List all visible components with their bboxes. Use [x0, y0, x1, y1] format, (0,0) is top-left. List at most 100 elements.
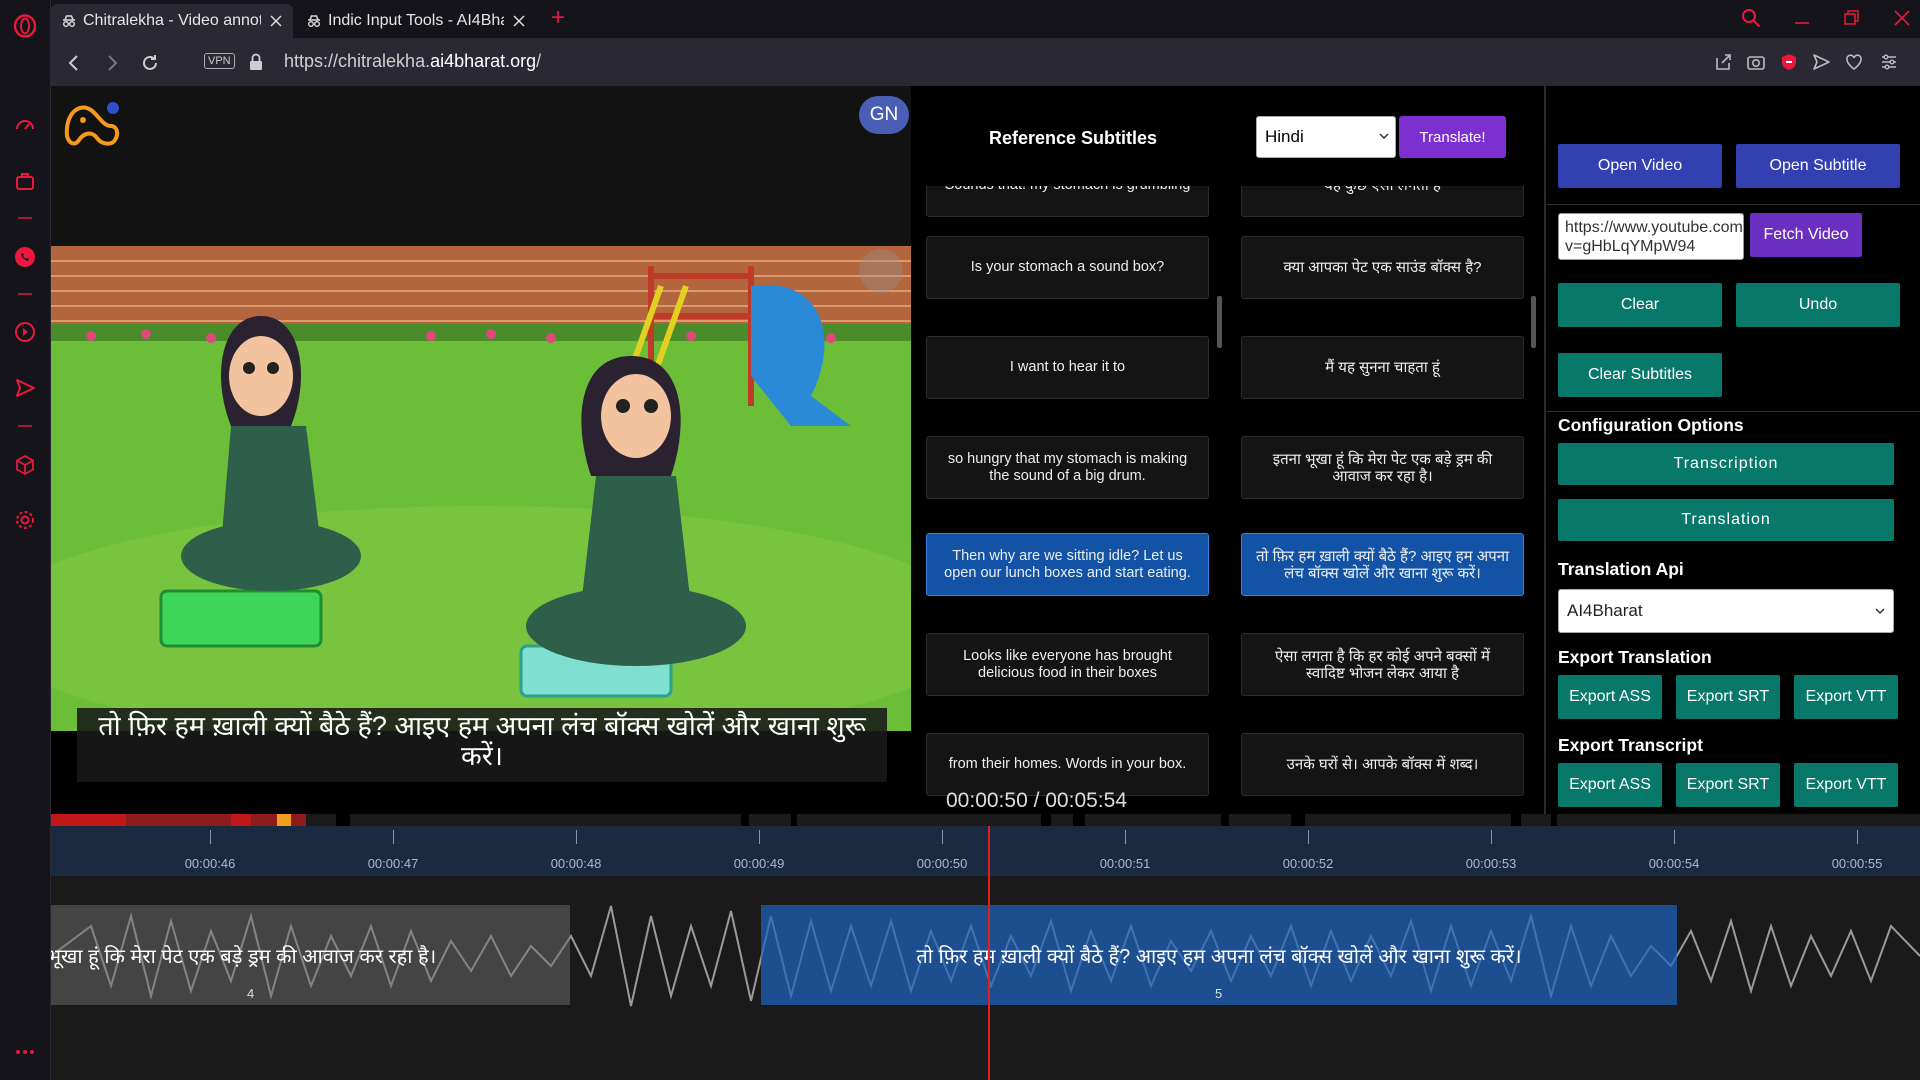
target-subtitle-card[interactable]: क्या आपका पेट एक साउंड बॉक्स है? [1241, 236, 1524, 299]
url-field[interactable]: https://chitralekha.ai4bharat.org/ [284, 51, 541, 72]
close-tab-icon[interactable] [512, 14, 526, 28]
subtitle-progress-strip[interactable] [51, 814, 1920, 826]
time-tick: 00:00:53 [1465, 856, 1517, 871]
user-avatar[interactable]: GN [859, 96, 909, 134]
cube-icon[interactable] [13, 453, 37, 477]
undo-button[interactable]: Undo [1736, 283, 1900, 327]
sidebar-divider [18, 293, 32, 295]
config-heading: Configuration Options [1558, 415, 1744, 435]
target-scrollbar[interactable] [1531, 296, 1536, 348]
new-tab-button[interactable]: + [551, 4, 565, 32]
heart-icon[interactable] [1844, 52, 1864, 72]
share-icon[interactable] [1713, 52, 1733, 72]
target-subtitle-card-active[interactable]: तो फ़िर हम ख़ाली क्यों बैठे हैं? आइए हम … [1241, 533, 1524, 596]
reload-icon[interactable] [139, 52, 161, 74]
time-ruler[interactable]: 00:00:46 00:00:47 00:00:48 00:00:49 00:0… [51, 826, 1920, 876]
back-icon[interactable] [63, 52, 85, 74]
export-translation-vtt-button[interactable]: Export VTT [1794, 675, 1898, 719]
open-subtitle-button[interactable]: Open Subtitle [1736, 144, 1900, 188]
source-scrollbar[interactable] [1217, 296, 1222, 348]
time-tick: 00:00:51 [1099, 856, 1151, 871]
url-suffix: / [536, 51, 542, 71]
source-subtitle-card[interactable]: Is your stomach a sound box? [926, 236, 1209, 299]
opera-logo-icon[interactable] [13, 14, 37, 38]
time-display: 00:00:50 / 00:05:54 [946, 789, 1127, 812]
lock-icon[interactable] [249, 53, 263, 71]
incognito-icon [306, 13, 322, 29]
time-tick: 00:00:54 [1648, 856, 1700, 871]
segment-text: भूखा हूं कि मेरा पेट एक बड़े ड्रम की आवा… [51, 945, 437, 968]
subtitle-segment-5[interactable]: तो फ़िर हम ख़ाली क्यों बैठे हैं? आइए हम … [761, 905, 1677, 1005]
source-subtitle-card[interactable]: Sounds that! my stomach is grumbling [926, 186, 1209, 217]
target-subtitle-card[interactable]: मैं यह सुनना चाहता हूं [1241, 336, 1524, 399]
chitralekha-logo[interactable] [61, 96, 121, 152]
export-translation-srt-button[interactable]: Export SRT [1676, 675, 1780, 719]
restore-icon[interactable] [1843, 9, 1861, 27]
video-player[interactable] [51, 246, 911, 731]
close-window-icon[interactable] [1893, 9, 1911, 27]
whatsapp-icon[interactable] [13, 245, 37, 269]
tab-indic-input[interactable]: Indic Input Tools - AI4Bhara [296, 4, 536, 38]
language-select[interactable]: Hindi [1256, 116, 1396, 158]
browser-sidebar [0, 0, 51, 1080]
time-tick: 00:00:55 [1831, 856, 1883, 871]
adblock-shield-icon[interactable] [1779, 52, 1799, 72]
export-translation-heading: Export Translation [1558, 647, 1712, 667]
export-transcript-vtt-button[interactable]: Export VTT [1794, 763, 1898, 807]
translation-api-heading: Translation Api [1558, 559, 1684, 579]
export-transcript-srt-button[interactable]: Export SRT [1676, 763, 1780, 807]
incognito-icon [61, 13, 77, 29]
forward-icon[interactable] [101, 52, 123, 74]
camera-icon[interactable] [1746, 52, 1766, 72]
translation-button[interactable]: Translation [1558, 499, 1894, 541]
video-url-input[interactable]: https://www.youtube.com/watch?v=gHbLqYMp… [1558, 213, 1744, 260]
briefcase-icon[interactable] [13, 169, 37, 193]
transcription-button[interactable]: Transcription [1558, 443, 1894, 485]
source-subtitle-card[interactable]: so hungry that my stomach is making the … [926, 436, 1209, 499]
target-subtitle-card[interactable]: यह कुछ ऐसा लगता है [1241, 186, 1524, 217]
fetch-video-button[interactable]: Fetch Video [1750, 213, 1862, 257]
send-page-icon[interactable] [1811, 52, 1831, 72]
language-value: Hindi [1265, 127, 1304, 146]
target-subtitle-card[interactable]: ऐसा लगता है कि हर कोई अपने बक्सों में स्… [1241, 633, 1524, 696]
speed-dial-icon[interactable] [13, 113, 37, 137]
search-tabs-icon[interactable] [1741, 8, 1761, 28]
send-icon[interactable] [13, 376, 37, 400]
export-transcript-heading: Export Transcript [1558, 735, 1703, 755]
segment-text: तो फ़िर हम ख़ाली क्यों बैठे हैं? आइए हम … [916, 945, 1522, 968]
segment-number: 5 [1215, 986, 1223, 1001]
more-icon[interactable] [13, 1040, 37, 1064]
vpn-badge[interactable]: VPN [204, 53, 235, 69]
export-transcript-ass-button[interactable]: Export ASS [1558, 763, 1662, 807]
target-subtitle-card[interactable]: उनके घरों से। आपके बॉक्स में शब्द। [1241, 733, 1524, 796]
open-video-button[interactable]: Open Video [1558, 144, 1722, 188]
divider [1546, 411, 1920, 412]
settings-icon[interactable] [13, 508, 37, 532]
waveform-timeline[interactable]: 00:00:46 00:00:47 00:00:48 00:00:49 00:0… [51, 826, 1920, 1080]
source-subtitle-card[interactable]: from their homes. Words in your box. [926, 733, 1209, 796]
playhead[interactable] [988, 826, 990, 1080]
target-subtitle-card[interactable]: इतना भूखा हूं कि मेरा पेट एक बड़े ड्रम क… [1241, 436, 1524, 499]
source-subtitle-card[interactable]: Looks like everyone has brought deliciou… [926, 633, 1209, 696]
clear-subtitles-button[interactable]: Clear Subtitles [1558, 353, 1722, 397]
api-value: AI4Bharat [1567, 601, 1643, 620]
easy-setup-icon[interactable] [1879, 52, 1899, 72]
time-tick: 00:00:48 [550, 856, 602, 871]
player-icon[interactable] [13, 320, 37, 344]
translation-api-select[interactable]: AI4Bharat [1558, 589, 1894, 633]
export-translation-ass-button[interactable]: Export ASS [1558, 675, 1662, 719]
chevron-down-icon [1379, 133, 1389, 139]
translate-button[interactable]: Translate! [1399, 116, 1506, 158]
subtitle-segment-4[interactable]: भूखा हूं कि मेरा पेट एक बड़े ड्रम की आवा… [51, 905, 570, 1005]
source-subtitle-card-active[interactable]: Then why are we sitting idle? Let us ope… [926, 533, 1209, 596]
time-tick: 00:00:49 [733, 856, 785, 871]
close-tab-icon[interactable] [269, 14, 283, 28]
time-tick: 00:00:52 [1282, 856, 1334, 871]
source-subtitle-card[interactable]: I want to hear it to [926, 336, 1209, 399]
tab-chitralekha[interactable]: Chitralekha - Video annota [51, 4, 293, 38]
tab-title: Chitralekha - Video annota [83, 12, 261, 29]
minimize-icon[interactable] [1793, 9, 1811, 27]
reference-list[interactable]: Sounds that! my stomach is grumbling यह … [911, 186, 1541, 806]
clear-button[interactable]: Clear [1558, 283, 1722, 327]
tab-bar: Chitralekha - Video annota Indic Input T… [51, 0, 1920, 38]
